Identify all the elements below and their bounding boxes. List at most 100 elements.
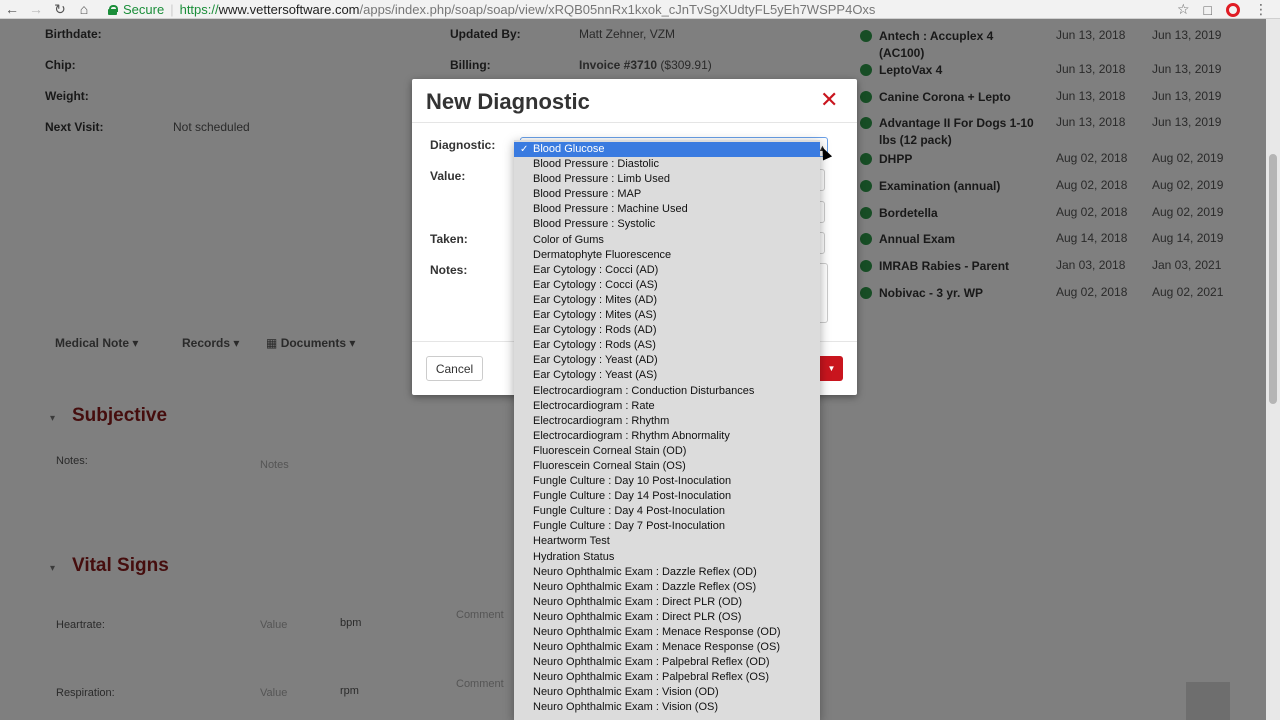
option-label: Fluorescein Corneal Stain (OS) bbox=[533, 459, 686, 472]
diagnostic-option[interactable]: Ear Cytology : Yeast (AD) bbox=[514, 353, 820, 368]
diagnostic-option[interactable]: Fluorescein Corneal Stain (OS) bbox=[514, 459, 820, 474]
option-label: Blood Pressure : Machine Used bbox=[533, 203, 688, 216]
option-label: Ear Cytology : Mites (AS) bbox=[533, 309, 657, 322]
modal-divider bbox=[412, 122, 857, 123]
option-label: Fungle Culture : Day 14 Post-Inoculation bbox=[533, 490, 732, 503]
close-icon[interactable]: ✕ bbox=[820, 87, 838, 113]
option-label: Dermatophyte Fluorescence bbox=[533, 248, 672, 261]
diagnostic-option[interactable]: Ear Cytology : Cocci (AD) bbox=[514, 263, 820, 278]
browser-toolbar: ← → ↻ ⌂ Secure | https://www.vettersoftw… bbox=[0, 0, 1280, 19]
option-label: Neuro Ophthalmic Exam : Dazzle Reflex (O… bbox=[533, 565, 757, 578]
address-bar[interactable]: Secure | https://www.vettersoftware.com/… bbox=[108, 0, 875, 19]
option-label: Blood Pressure : MAP bbox=[533, 188, 642, 201]
diagnostic-option[interactable]: Color of Gums bbox=[514, 233, 820, 248]
option-label: Ear Cytology : Cocci (AS) bbox=[533, 278, 658, 291]
diagnostic-option[interactable]: ✓ Blood Glucose bbox=[514, 142, 820, 158]
option-label: Neuro Ophthalmic Exam : Palpebral Reflex… bbox=[533, 671, 769, 684]
diagnostic-option[interactable]: Electrocardiogram : Rate bbox=[514, 399, 820, 414]
option-label: Neuro Ophthalmic Exam : Menace Response … bbox=[533, 641, 780, 654]
diagnostic-option[interactable]: Neuro Ophthalmic Exam : Vision (OS) bbox=[514, 700, 820, 715]
home-icon[interactable]: ⌂ bbox=[72, 0, 96, 19]
diagnostic-option[interactable]: Fungle Culture : Day 14 Post-Inoculation bbox=[514, 489, 820, 504]
diagnostic-option[interactable]: Neuro Ophthalmic Exam : Menace Response … bbox=[514, 625, 820, 640]
diagnostic-option[interactable]: Blood Pressure : Machine Used bbox=[514, 202, 820, 217]
page-scrollbar[interactable] bbox=[1266, 19, 1280, 720]
forward-icon[interactable]: → bbox=[24, 0, 48, 19]
option-label: Fluorescein Corneal Stain (OD) bbox=[533, 444, 687, 457]
lock-icon bbox=[108, 4, 118, 15]
diagnostic-option[interactable]: Blood Pressure : MAP bbox=[514, 187, 820, 202]
option-label: Blood Pressure : Limb Used bbox=[533, 173, 670, 186]
url-scheme: https:// bbox=[179, 2, 219, 17]
diagnostic-option[interactable]: Ear Cytology : Rods (AS) bbox=[514, 338, 820, 353]
option-label: Ear Cytology : Rods (AS) bbox=[533, 339, 656, 352]
diagnostic-option[interactable]: Electrocardiogram : Rhythm bbox=[514, 414, 820, 429]
diagnostic-label: Diagnostic: bbox=[430, 138, 496, 152]
diagnostic-option[interactable]: Neuro Ophthalmic Exam : Direct PLR (OD) bbox=[514, 595, 820, 610]
diagnostic-option[interactable]: Ear Cytology : Yeast (AS) bbox=[514, 368, 820, 383]
diagnostic-option[interactable]: Fluorescein Corneal Stain (OD) bbox=[514, 444, 820, 459]
option-label: Blood Pressure : Systolic bbox=[533, 218, 656, 231]
option-label: Neuro Ophthalmic Exam : Vision (OS) bbox=[533, 701, 719, 714]
option-label: Ear Cytology : Yeast (AS) bbox=[533, 369, 658, 382]
scroll-thumb[interactable] bbox=[1269, 154, 1277, 404]
diagnostic-option[interactable]: Neuro Ophthalmic Exam : Direct PLR (OS) bbox=[514, 610, 820, 625]
option-label: Fungle Culture : Day 4 Post-Inoculation bbox=[533, 505, 725, 518]
url-host: www.vettersoftware.com bbox=[218, 2, 360, 17]
diagnostic-option[interactable]: Dermatophyte Fluorescence bbox=[514, 248, 820, 263]
option-label: Blood Glucose bbox=[533, 143, 605, 155]
diagnostic-option[interactable]: Ear Cytology : Mites (AD) bbox=[514, 293, 820, 308]
diagnostic-option[interactable]: Hydration Status bbox=[514, 550, 820, 565]
option-label: Neuro Ophthalmic Exam : Direct PLR (OD) bbox=[533, 595, 743, 608]
value-label: Value: bbox=[430, 169, 466, 183]
diagnostic-option[interactable]: Neuro Ophthalmic Exam : Dazzle Reflex (O… bbox=[514, 565, 820, 580]
option-label: Blood Pressure : Diastolic bbox=[533, 158, 659, 171]
page-icon[interactable]: □ bbox=[1204, 2, 1212, 18]
option-label: Neuro Ophthalmic Exam : Menace Response … bbox=[533, 626, 781, 638]
star-icon[interactable]: ☆ bbox=[1177, 1, 1190, 18]
address-separator: | bbox=[170, 2, 174, 17]
diagnostic-option[interactable]: Neuro Ophthalmic Exam : Menace Response … bbox=[514, 640, 820, 655]
option-label: Color of Gums bbox=[533, 233, 604, 246]
cancel-button[interactable]: Cancel bbox=[426, 356, 483, 381]
diagnostic-option[interactable]: Blood Pressure : Limb Used bbox=[514, 172, 820, 187]
opera-icon[interactable] bbox=[1226, 2, 1240, 17]
back-icon[interactable]: ← bbox=[0, 0, 24, 19]
diagnostic-option[interactable]: Electrocardiogram : Conduction Disturban… bbox=[514, 384, 820, 399]
option-label: Ear Cytology : Rods (AD) bbox=[533, 324, 657, 337]
diagnostic-option[interactable]: Blood Pressure : Systolic bbox=[514, 217, 820, 232]
menu-icon[interactable]: ⋮ bbox=[1254, 1, 1268, 18]
diagnostic-option[interactable]: Electrocardiogram : Rhythm Abnormality bbox=[514, 429, 820, 444]
diagnostic-options-list[interactable]: ✓ Blood Glucose Blood Pressure : Diastolic… bbox=[514, 140, 820, 720]
url-text[interactable]: https://www.vettersoftware.com/apps/inde… bbox=[180, 2, 876, 17]
reload-icon[interactable]: ↻ bbox=[48, 0, 72, 19]
save-options-caret-icon[interactable]: ▼ bbox=[820, 356, 843, 381]
option-label: Electrocardiogram : Rhythm Abnormality bbox=[533, 429, 730, 442]
diagnostic-option[interactable]: Fungle Culture : Day 7 Post-Inoculation bbox=[514, 519, 820, 534]
option-label: Electrocardiogram : Rhythm bbox=[533, 414, 670, 427]
option-label: Electrocardiogram : Rate bbox=[533, 399, 655, 412]
diagnostic-option[interactable]: Fungle Culture : Day 10 Post-Inoculation bbox=[514, 474, 820, 489]
diagnostic-option[interactable]: Ear Cytology : Rods (AD) bbox=[514, 323, 820, 338]
diagnostic-option[interactable]: Blood Pressure : Diastolic bbox=[514, 157, 820, 172]
option-label: Fungle Culture : Day 10 Post-Inoculation bbox=[533, 475, 732, 488]
option-label: Neuro Ophthalmic Exam : Palpebral Reflex… bbox=[533, 656, 770, 669]
diagnostic-option[interactable]: Ear Cytology : Cocci (AS) bbox=[514, 278, 820, 293]
diagnostic-option[interactable]: Fungle Culture : Day 4 Post-Inoculation bbox=[514, 504, 820, 519]
diagnostic-option[interactable]: Ear Cytology : Mites (AS) bbox=[514, 308, 820, 323]
modal-title: New Diagnostic bbox=[426, 89, 590, 114]
url-path: /apps/index.php/soap/soap/view/xRQB05nnR… bbox=[359, 2, 876, 17]
checkmark-icon: ✓ bbox=[520, 144, 529, 155]
diagnostic-option[interactable]: Neuro Ophthalmic Exam : Dazzle Reflex (O… bbox=[514, 580, 820, 595]
notes-label: Notes: bbox=[430, 263, 468, 277]
option-label: Neuro Ophthalmic Exam : Direct PLR (OS) bbox=[533, 610, 742, 623]
option-label: Electrocardiogram : Conduction Disturban… bbox=[533, 384, 755, 397]
option-label: Ear Cytology : Yeast (AD) bbox=[533, 354, 658, 367]
diagnostic-option[interactable]: Neuro Ophthalmic Exam : Palpebral Reflex… bbox=[514, 655, 820, 670]
secure-label: Secure bbox=[123, 2, 165, 17]
diagnostic-option[interactable]: Heartworm Test bbox=[514, 534, 820, 549]
diagnostic-option[interactable]: Neuro Ophthalmic Exam : Palpebral Reflex… bbox=[514, 670, 820, 685]
diagnostic-option[interactable]: Neuro Ophthalmic Exam : Vision (OD) bbox=[514, 685, 820, 700]
taken-label: Taken: bbox=[430, 232, 468, 246]
option-label: Hydration Status bbox=[533, 550, 615, 563]
